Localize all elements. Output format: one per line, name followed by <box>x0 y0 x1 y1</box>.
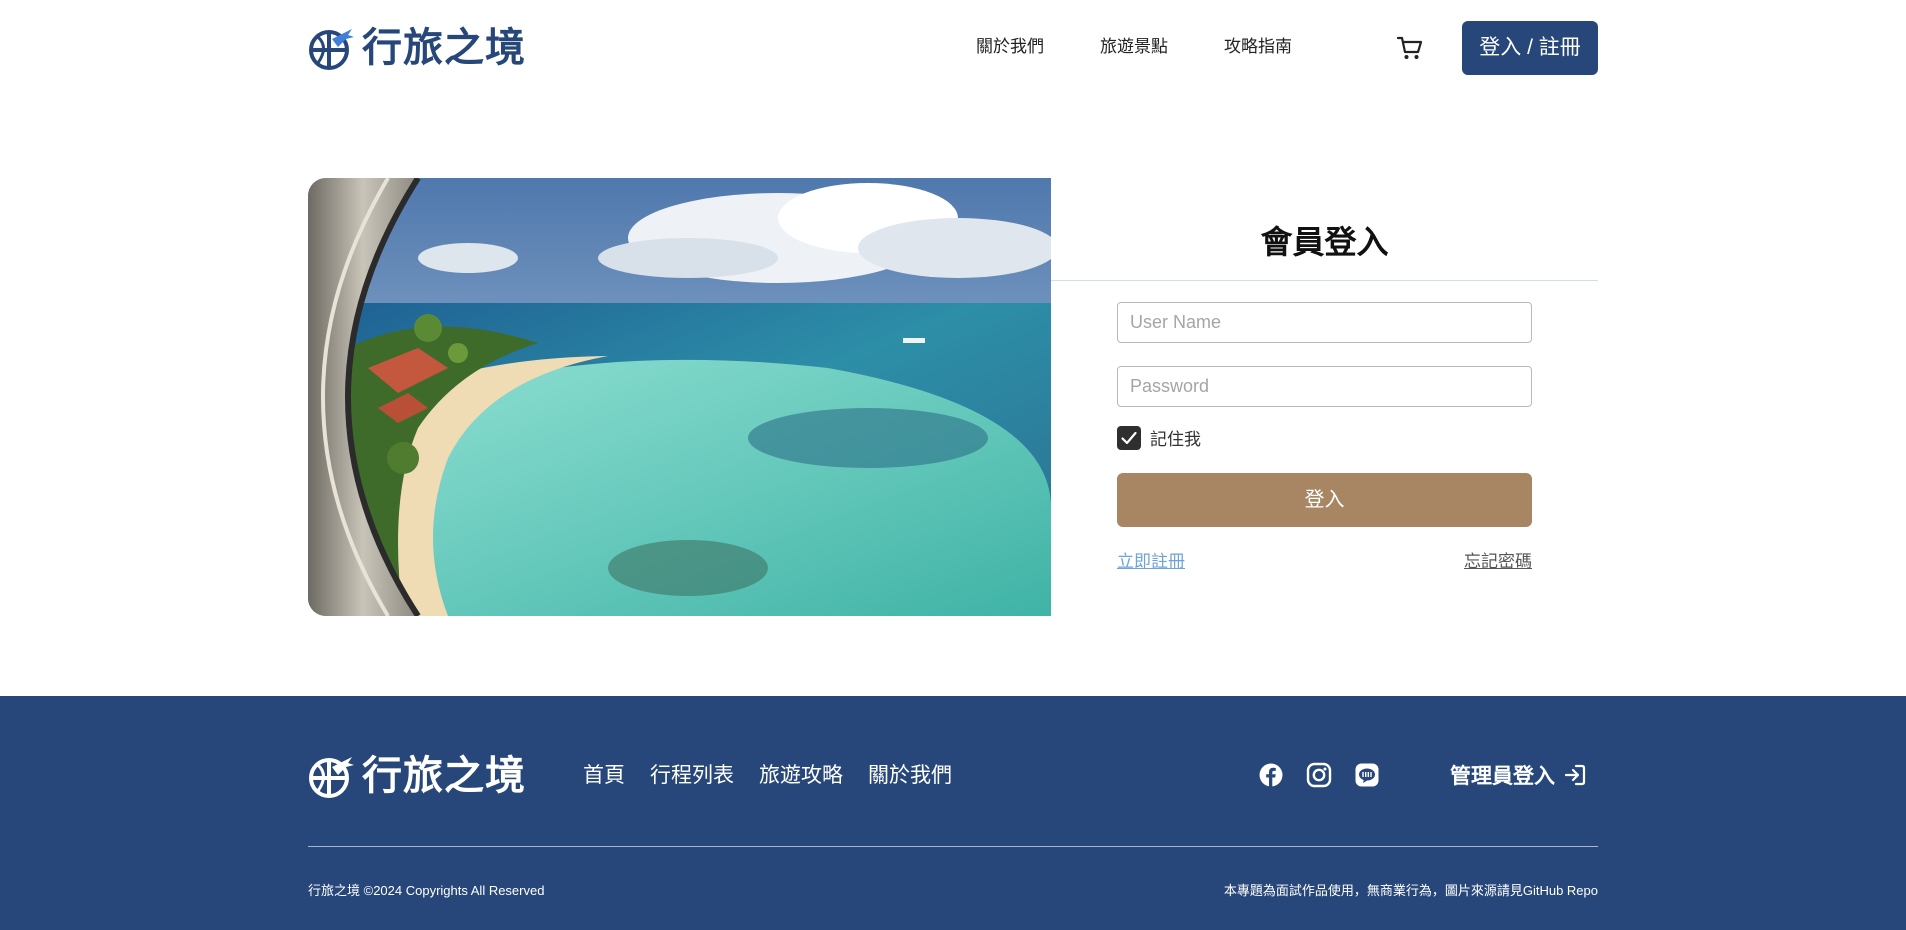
register-link[interactable]: 立即註冊 <box>1117 547 1185 572</box>
login-submit-button[interactable]: 登入 <box>1117 473 1532 527</box>
globe-plane-logo-icon <box>309 29 354 70</box>
footer-nav-guides[interactable]: 旅遊攻略 <box>759 762 843 790</box>
login-form-title: 會員登入 <box>1260 223 1389 261</box>
footer-nav-about[interactable]: 關於我們 <box>868 762 952 790</box>
username-input[interactable] <box>1117 302 1532 343</box>
footer-nav-home[interactable]: 首頁 <box>583 762 625 790</box>
remember-me-checkbox[interactable] <box>1117 425 1141 450</box>
form-divider <box>1051 280 1598 281</box>
checkmark-icon <box>1121 431 1137 444</box>
footer-nav: 首頁 行程列表 旅遊攻略 關於我們 <box>583 762 977 790</box>
admin-login-label: 管理員登入 <box>1450 765 1555 788</box>
main-nav: 關於我們 旅遊景點 攻略指南 <box>976 36 1348 58</box>
site-footer: 行旅之境 首頁 行程列表 旅遊攻略 關於我們 管理員登入 行旅之境 ©2024 … <box>0 696 1906 930</box>
remember-me-label: 記住我 <box>1150 430 1201 449</box>
forgot-password-link[interactable]: 忘記密碼 <box>1464 547 1532 572</box>
sign-in-arrow-icon <box>1564 764 1586 786</box>
remember-me[interactable]: 記住我 <box>1117 425 1201 450</box>
login-form: 會員登入 記住我 登入 立即註冊 忘記密碼 <box>1051 178 1598 616</box>
admin-login-link[interactable]: 管理員登入 <box>1450 760 1587 790</box>
hero-image <box>308 178 1051 616</box>
line-icon[interactable] <box>1354 762 1380 788</box>
globe-plane-logo-icon <box>309 757 354 798</box>
nav-item-about[interactable]: 關於我們 <box>976 36 1044 58</box>
footer-divider <box>308 846 1598 847</box>
password-input[interactable] <box>1117 366 1532 407</box>
facebook-icon[interactable] <box>1258 762 1284 788</box>
site-logo[interactable]: 行旅之境 <box>308 24 526 72</box>
disclaimer-text: 本專題為面試作品使用，無商業行為，圖片來源請見GitHub Repo <box>1223 883 1598 898</box>
login-register-button[interactable]: 登入 / 註冊 <box>1462 21 1598 75</box>
footer-logo[interactable]: 行旅之境 <box>308 752 526 800</box>
cart-icon[interactable] <box>1396 34 1424 62</box>
nav-item-attractions[interactable]: 旅遊景點 <box>1100 36 1168 58</box>
footer-logo-text: 行旅之境 <box>362 752 526 799</box>
copyright-text: 行旅之境 ©2024 Copyrights All Reserved <box>308 883 545 898</box>
site-header: 行旅之境 關於我們 旅遊景點 攻略指南 登入 / 註冊 <box>0 0 1906 96</box>
nav-item-guides[interactable]: 攻略指南 <box>1224 36 1292 58</box>
site-logo-text: 行旅之境 <box>362 24 526 71</box>
footer-nav-itineraries[interactable]: 行程列表 <box>650 762 734 790</box>
instagram-icon[interactable] <box>1306 762 1332 788</box>
